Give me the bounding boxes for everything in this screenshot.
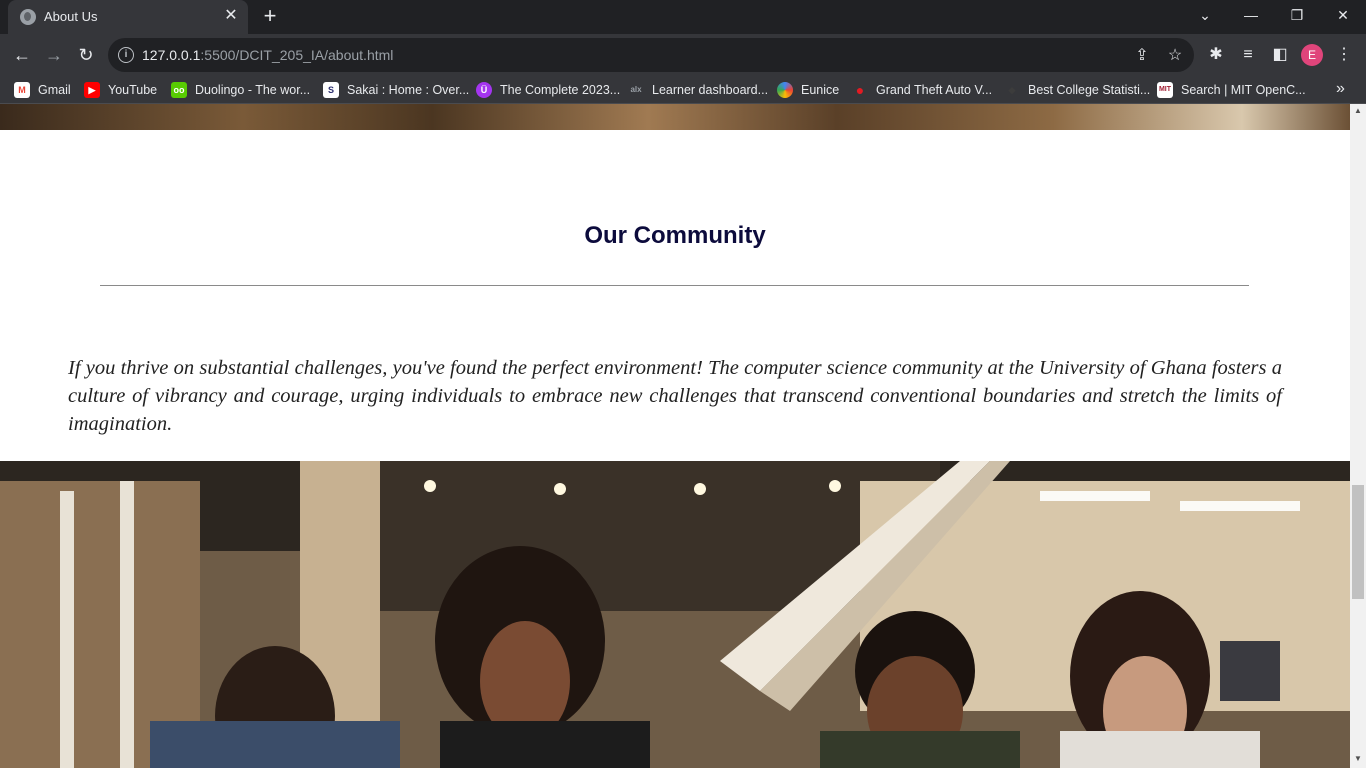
back-button[interactable]: ← xyxy=(10,43,34,67)
eunice-icon xyxy=(777,82,793,98)
globe-icon xyxy=(20,9,36,25)
bookmark-alx[interactable]: alx Learner dashboard... xyxy=(628,81,768,99)
gmail-icon: M xyxy=(14,82,30,98)
tab-title: About Us xyxy=(44,9,98,24)
bookmark-sakai[interactable]: S Sakai : Home : Over... xyxy=(323,81,469,99)
forward-button[interactable]: → xyxy=(42,43,66,67)
reload-button[interactable]: ↻ xyxy=(74,43,98,67)
bookmark-gmail[interactable]: M Gmail xyxy=(14,81,71,99)
community-photo-art xyxy=(0,461,1350,768)
college-icon: ◆ xyxy=(1008,85,1016,95)
hero-image-bottom xyxy=(0,104,1350,130)
tab-strip: About Us ✕ + ⌄ — ❐ ✕ xyxy=(0,0,1366,34)
share-icon[interactable]: ⇪ xyxy=(1132,46,1152,66)
profile-avatar[interactable]: E xyxy=(1301,44,1323,66)
close-window-button[interactable]: ✕ xyxy=(1320,0,1366,30)
section-text: If you thrive on substantial challenges,… xyxy=(68,357,1282,435)
bookmarks-overflow-icon[interactable]: » xyxy=(1336,80,1345,98)
extensions-icon[interactable]: ✱ xyxy=(1205,44,1227,66)
site-info-icon[interactable]: i xyxy=(118,47,134,63)
bookmark-label: The Complete 2023... xyxy=(500,83,621,97)
bookmark-duolingo[interactable]: oo Duolingo - The wor... xyxy=(171,81,310,99)
bookmark-mit[interactable]: MIT Search | MIT OpenC... xyxy=(1157,81,1306,99)
bookmark-youtube[interactable]: ▶ YouTube xyxy=(84,81,157,99)
tab-about-us[interactable]: About Us ✕ xyxy=(8,0,248,34)
address-host: 127.0.0.1 xyxy=(142,47,201,63)
scroll-up-arrow-icon[interactable]: ▲ xyxy=(1350,106,1366,118)
section-title: Our Community xyxy=(584,222,766,249)
bookmark-college[interactable]: ◆ Best College Statisti... xyxy=(1004,81,1151,99)
page-scrollbar[interactable] xyxy=(1350,104,1366,768)
youtube-icon: ▶ xyxy=(84,82,100,98)
bookmark-label: Duolingo - The wor... xyxy=(195,83,311,97)
bookmark-label: Sakai : Home : Over... xyxy=(347,83,470,97)
community-photo xyxy=(0,461,1350,768)
menu-icon[interactable]: ⋮ xyxy=(1333,44,1355,66)
browser-toolbar: ← → ↻ i 127.0.0.1:5500/DCIT_205_IA/about… xyxy=(0,34,1366,76)
bookmark-label: Search | MIT OpenC... xyxy=(1181,83,1306,97)
minimize-button[interactable]: — xyxy=(1228,0,1274,30)
scroll-down-arrow-icon[interactable]: ▼ xyxy=(1350,754,1366,766)
alx-icon: alx xyxy=(630,85,642,94)
bookmark-label: Eunice xyxy=(801,83,840,97)
gta-icon: ● xyxy=(855,82,865,98)
mit-icon: MIT xyxy=(1157,82,1173,98)
address-url[interactable]: 127.0.0.1:5500/DCIT_205_IA/about.html xyxy=(142,47,393,63)
address-path: :5500/DCIT_205_IA/about.html xyxy=(200,47,394,63)
bookmark-label: YouTube xyxy=(108,83,158,97)
bookmark-label: Learner dashboard... xyxy=(652,83,769,97)
tab-search-icon[interactable]: ⌄ xyxy=(1182,0,1228,30)
duolingo-icon: oo xyxy=(171,82,187,98)
tab-close-icon[interactable]: ✕ xyxy=(222,7,240,25)
bookmarks-bar: M Gmail ▶ YouTube oo Duolingo - The wor... … xyxy=(0,76,1366,104)
address-bar[interactable]: i 127.0.0.1:5500/DCIT_205_IA/about.html … xyxy=(108,38,1194,72)
page-viewport: Our Community If you thrive on substanti… xyxy=(0,104,1350,768)
sakai-icon: S xyxy=(323,82,339,98)
side-panel-icon[interactable]: ◧ xyxy=(1269,44,1291,66)
bookmark-star-icon[interactable]: ☆ xyxy=(1165,46,1185,66)
scrollbar-thumb[interactable] xyxy=(1352,485,1364,599)
new-tab-button[interactable]: + xyxy=(258,4,282,28)
udemy-icon: Ü xyxy=(476,82,492,98)
section-divider xyxy=(100,285,1249,286)
restore-button[interactable]: ❐ xyxy=(1274,0,1320,30)
bookmark-label: Grand Theft Auto V... xyxy=(876,83,993,97)
bookmark-label: Best College Statisti... xyxy=(1028,83,1151,97)
bookmark-label: Gmail xyxy=(38,83,71,97)
bookmark-gta[interactable]: ● Grand Theft Auto V... xyxy=(852,81,992,99)
bookmark-eunice[interactable]: Eunice xyxy=(777,81,839,99)
reading-list-icon[interactable]: ≡ xyxy=(1237,44,1259,66)
bookmark-udemy[interactable]: Ü The Complete 2023... xyxy=(476,81,620,99)
